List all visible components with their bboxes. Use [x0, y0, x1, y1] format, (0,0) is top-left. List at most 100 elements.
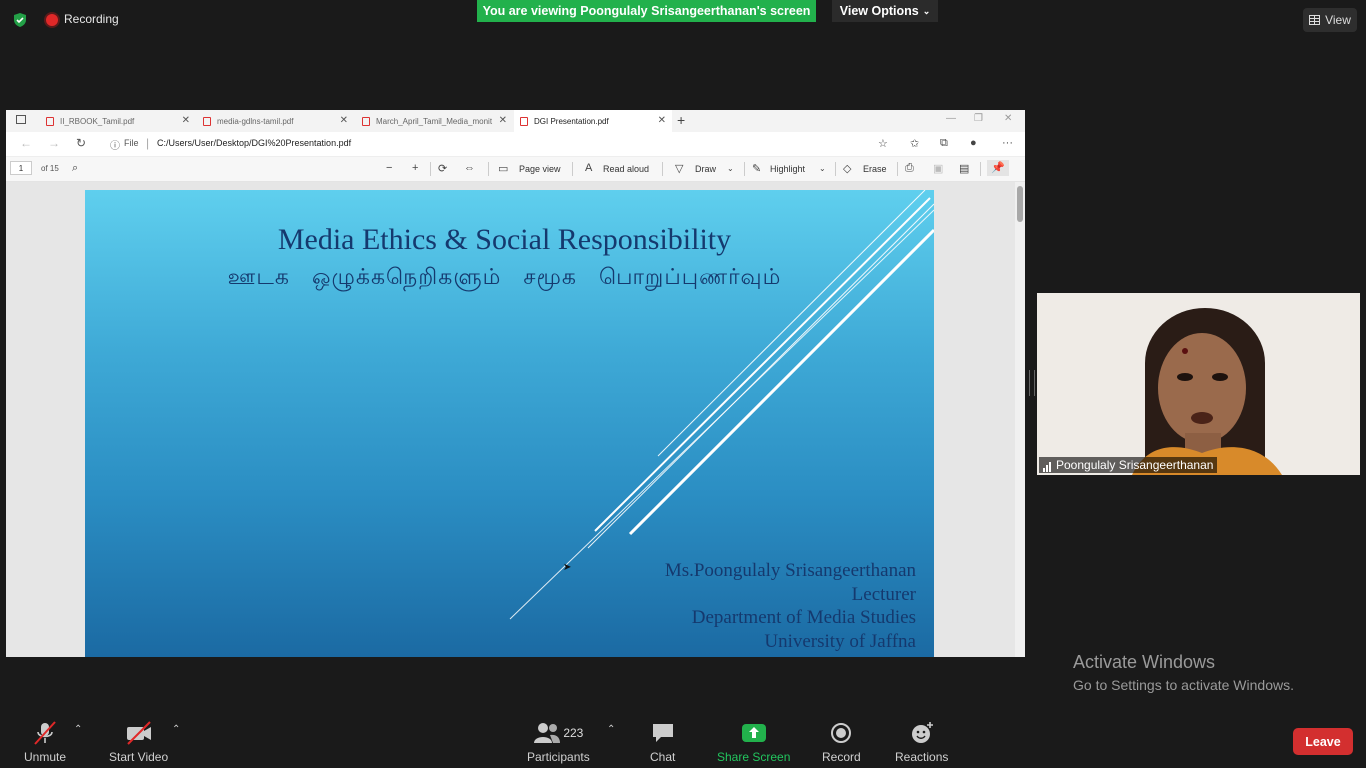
- pdf-icon: [520, 116, 528, 126]
- search-icon[interactable]: ⌕: [72, 162, 78, 175]
- draw-button[interactable]: Draw: [695, 164, 716, 174]
- window-close-icon[interactable]: ✕: [1004, 113, 1012, 124]
- security-shield-icon[interactable]: [12, 12, 28, 28]
- mouse-cursor-icon: ➤: [563, 562, 572, 573]
- zoom-in-icon[interactable]: +: [412, 162, 418, 174]
- presenter-role: Lecturer: [851, 584, 916, 605]
- refresh-icon[interactable]: ↻: [76, 136, 86, 150]
- eraser-icon: ◇: [843, 163, 852, 175]
- close-icon[interactable]: ✕: [340, 115, 348, 126]
- page-view-button[interactable]: Page view: [519, 164, 561, 174]
- divider: [835, 162, 836, 176]
- print-icon[interactable]: ⎙: [905, 162, 914, 175]
- panel-splitter[interactable]: [1029, 370, 1035, 396]
- view-options-label: View Options: [839, 4, 919, 18]
- forward-icon[interactable]: →: [48, 136, 60, 150]
- video-options-caret-icon[interactable]: ⌃: [172, 724, 180, 735]
- share-banner: You are viewing Poongulaly Srisangeertha…: [477, 0, 816, 22]
- page-view-icon: ▭: [498, 163, 509, 175]
- participant-video[interactable]: Poongulaly Srisangeerthanan: [1037, 293, 1360, 475]
- more-icon[interactable]: ···: [1002, 137, 1013, 149]
- favorite-add-icon[interactable]: ☆: [878, 137, 888, 150]
- chat-button[interactable]: Chat: [650, 720, 675, 764]
- tab-label: media-gdlns-tamil.pdf: [217, 116, 294, 126]
- participant-name-badge: Poongulaly Srisangeerthanan: [1039, 457, 1218, 473]
- fit-page-icon[interactable]: ⇔: [464, 162, 475, 174]
- pdf-viewer[interactable]: Media Ethics & Social Responsibility ஊடக…: [6, 182, 1025, 657]
- participants-count: 223: [563, 726, 584, 740]
- zoom-out-icon[interactable]: −: [386, 162, 392, 174]
- activate-windows-subtitle: Go to Settings to activate Windows.: [1073, 677, 1294, 693]
- browser-tab-active[interactable]: DGI Presentation.pdf ✕: [514, 110, 672, 132]
- audio-options-caret-icon[interactable]: ⌃: [74, 724, 82, 735]
- new-tab-icon[interactable]: +: [677, 112, 685, 128]
- unmute-label: Unmute: [24, 750, 67, 764]
- rotate-icon[interactable]: ⟳: [438, 162, 447, 175]
- participant-name: Poongulaly Srisangeerthanan: [1056, 458, 1214, 472]
- tab-actions-icon[interactable]: [16, 115, 26, 124]
- participant-video-feed: [1037, 293, 1360, 475]
- shared-screen: II_RBOOK_Tamil.pdf ✕ media-gdlns-tamil.p…: [6, 110, 1025, 657]
- divider: [897, 162, 898, 176]
- view-options-button[interactable]: View Options ⌄: [832, 0, 938, 22]
- record-label: Record: [822, 750, 861, 764]
- scroll-thumb[interactable]: [1017, 186, 1023, 222]
- browser-tab[interactable]: March_April_Tamil_Media_monit ✕: [356, 110, 513, 132]
- tab-label: II_RBOOK_Tamil.pdf: [60, 116, 135, 126]
- recording-icon: [46, 14, 58, 26]
- participants-label: Participants: [527, 750, 590, 764]
- erase-button[interactable]: Erase: [863, 164, 887, 174]
- view-button[interactable]: View: [1303, 8, 1357, 32]
- close-icon[interactable]: ✕: [658, 115, 666, 126]
- record-icon: [830, 720, 852, 746]
- save-icon[interactable]: ▣: [933, 162, 943, 175]
- read-aloud-icon: A: [585, 162, 593, 174]
- chevron-down-icon[interactable]: ⌄: [819, 164, 826, 173]
- back-icon[interactable]: ←: [20, 136, 32, 150]
- participants-caret-icon[interactable]: ⌃: [607, 724, 615, 735]
- close-icon[interactable]: ✕: [498, 115, 507, 126]
- video-off-icon: [125, 720, 153, 746]
- grid-icon: [1309, 15, 1321, 25]
- chat-label: Chat: [650, 750, 676, 764]
- participants-icon-group: 223: [533, 720, 583, 746]
- read-aloud-button[interactable]: Read aloud: [603, 164, 649, 174]
- page-number-input[interactable]: 1: [10, 161, 32, 175]
- minimize-icon[interactable]: —: [946, 113, 956, 124]
- reactions-icon: [909, 720, 935, 746]
- browser-tab[interactable]: media-gdlns-tamil.pdf ✕: [197, 110, 354, 132]
- signal-icon: [1043, 458, 1052, 472]
- chat-icon: [651, 720, 675, 746]
- meeting-controls: Unmute ⌃ Start Video ⌃ 223 Participants …: [0, 700, 1366, 768]
- profile-icon[interactable]: ●: [970, 137, 977, 149]
- divider: [744, 162, 745, 176]
- collections-icon[interactable]: ⧉: [940, 137, 948, 150]
- leave-button[interactable]: Leave: [1293, 728, 1353, 755]
- page-total: of 15: [41, 164, 59, 173]
- chevron-down-icon: ⌄: [922, 5, 931, 16]
- divider: [430, 162, 431, 176]
- record-button[interactable]: Record: [822, 720, 861, 764]
- pdf-scrollbar[interactable]: [1015, 182, 1025, 657]
- chevron-down-icon[interactable]: ⌄: [727, 164, 734, 173]
- presenter-department: Department of Media Studies: [691, 607, 916, 628]
- address-prefix: File: [124, 138, 139, 148]
- start-video-button[interactable]: Start Video: [109, 720, 168, 764]
- share-screen-button[interactable]: Share Screen: [717, 720, 790, 764]
- participants-button[interactable]: 223 Participants: [527, 720, 590, 764]
- address-divider: |: [146, 136, 150, 150]
- browser-tab-bar: II_RBOOK_Tamil.pdf ✕ media-gdlns-tamil.p…: [6, 110, 1025, 132]
- close-icon[interactable]: ✕: [182, 115, 190, 126]
- unmute-button[interactable]: Unmute: [24, 720, 66, 764]
- activate-windows-title: Activate Windows: [1073, 652, 1216, 672]
- recording-label[interactable]: Recording: [64, 12, 119, 26]
- url-field[interactable]: C:/Users/User/Desktop/DGI%20Presentation…: [157, 138, 351, 148]
- tab-label: DGI Presentation.pdf: [534, 116, 609, 126]
- browser-tab[interactable]: II_RBOOK_Tamil.pdf ✕: [40, 110, 196, 132]
- highlight-button[interactable]: Highlight: [770, 164, 805, 174]
- save-as-icon[interactable]: ▤: [959, 162, 969, 175]
- pin-toolbar-icon[interactable]: 📌: [987, 160, 1009, 176]
- favorites-icon[interactable]: ✩: [910, 137, 919, 150]
- restore-icon[interactable]: ❐: [974, 113, 983, 124]
- reactions-button[interactable]: Reactions: [895, 720, 948, 764]
